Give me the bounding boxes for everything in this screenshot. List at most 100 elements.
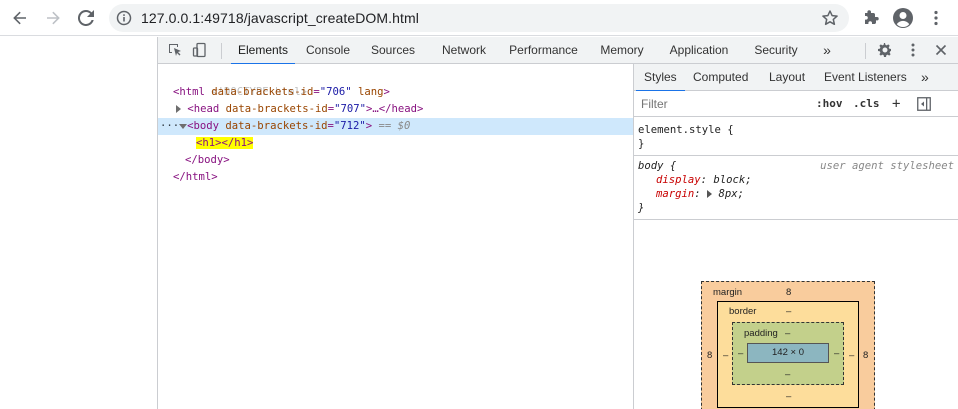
extensions-puzzle-icon[interactable] bbox=[860, 7, 882, 29]
property-name: margin bbox=[656, 188, 695, 200]
site-info-icon[interactable] bbox=[116, 10, 132, 26]
back-button[interactable] bbox=[9, 7, 31, 29]
body-attr-name: data-brackets-id bbox=[225, 120, 328, 132]
url-text[interactable]: 127.0.0.1:49718/javascript_createDOM.htm… bbox=[141, 10, 419, 26]
user-agent-stylesheet-label: user agent stylesheet bbox=[820, 160, 954, 172]
close-brace: } bbox=[638, 202, 645, 214]
expand-triangle-icon[interactable] bbox=[176, 105, 181, 113]
tab-security[interactable]: Security bbox=[749, 37, 803, 64]
margin-left-value[interactable]: 8 bbox=[707, 350, 712, 361]
style-property-margin[interactable]: margin: 8px; bbox=[634, 187, 958, 201]
tabbar-divider bbox=[221, 43, 222, 59]
sidebar-tabbar: Styles Computed Layout Event Listeners » bbox=[634, 64, 958, 92]
html-close-bracket: > bbox=[383, 86, 390, 98]
margin-top-value[interactable]: 8 bbox=[786, 287, 791, 298]
browser-toolbar: 127.0.0.1:49718/javascript_createDOM.htm… bbox=[0, 0, 958, 36]
border-bottom-value[interactable]: – bbox=[786, 391, 791, 402]
devtools-menu-kebab-icon[interactable] bbox=[904, 41, 922, 59]
expand-shorthand-triangle-icon[interactable] bbox=[707, 190, 713, 198]
tab-memory[interactable]: Memory bbox=[595, 37, 649, 64]
tab-elements[interactable]: Elements bbox=[231, 37, 295, 65]
forward-button[interactable] bbox=[42, 7, 64, 29]
border-top-value[interactable]: – bbox=[786, 306, 791, 317]
inspect-element-icon[interactable] bbox=[166, 41, 184, 59]
settings-gear-icon[interactable] bbox=[876, 41, 894, 59]
styles-filter-bar: :hov .cls + bbox=[634, 91, 958, 117]
html-open-tag: <html bbox=[173, 86, 205, 98]
tab-performance[interactable]: Performance bbox=[506, 37, 581, 64]
styles-filter-input[interactable] bbox=[637, 94, 805, 114]
html-attr-name: data-brackets-id bbox=[211, 86, 314, 98]
reload-icon bbox=[78, 10, 94, 26]
hover-state-toggle[interactable]: :hov bbox=[816, 95, 843, 113]
new-style-rule-plus-icon[interactable]: + bbox=[892, 95, 900, 113]
device-toolbar-icon[interactable] bbox=[191, 41, 209, 59]
back-arrow-icon bbox=[13, 11, 26, 25]
node-actions-dots-icon[interactable]: ··· bbox=[160, 120, 179, 132]
dom-node-body-selected[interactable]: ··· <body data-brackets-id="712"> == $0 bbox=[158, 118, 633, 135]
toggle-sidebar-icon[interactable] bbox=[917, 97, 931, 111]
border-left-value[interactable]: – bbox=[723, 350, 728, 361]
collapse-triangle-icon[interactable] bbox=[179, 123, 188, 129]
more-tabs-chevron-icon[interactable]: » bbox=[818, 37, 836, 64]
padding-left-value[interactable]: – bbox=[738, 348, 743, 359]
devtools-panel: Elements Console Sources Network Perform… bbox=[157, 37, 958, 409]
padding-label: padding bbox=[744, 328, 778, 339]
colon: : bbox=[694, 188, 708, 200]
html-lang-attr: lang bbox=[358, 86, 384, 98]
margin-right-value[interactable]: 8 bbox=[863, 350, 868, 361]
element-style-selector[interactable]: element.style { bbox=[638, 124, 734, 136]
tab-layout[interactable]: Layout bbox=[769, 64, 805, 91]
tab-event-listeners[interactable]: Event Listeners bbox=[824, 64, 907, 91]
styles-sidebar: Styles Computed Layout Event Listeners »… bbox=[633, 64, 958, 409]
property-value: 8px; bbox=[718, 188, 744, 200]
dom-node-head[interactable]: <head data-brackets-id="707">…</head> bbox=[158, 101, 633, 118]
tab-sources[interactable]: Sources bbox=[369, 37, 417, 64]
html-end-tag: </html> bbox=[173, 171, 218, 183]
address-bar[interactable]: 127.0.0.1:49718/javascript_createDOM.htm… bbox=[109, 4, 849, 32]
head-attr-value: "707" bbox=[334, 103, 367, 115]
padding-bottom-value[interactable]: – bbox=[785, 369, 790, 380]
padding-top-value[interactable]: – bbox=[785, 328, 790, 339]
box-model-border[interactable]: border – – – – padding – – – – 142 × 0 bbox=[717, 301, 859, 408]
close-brace: } bbox=[638, 138, 645, 150]
profile-avatar-icon[interactable] bbox=[892, 7, 914, 29]
devtools-tabbar: Elements Console Sources Network Perform… bbox=[158, 37, 958, 65]
class-toggle[interactable]: .cls bbox=[853, 95, 880, 113]
element-style-rule: element.style { } bbox=[634, 120, 958, 156]
property-value: block; bbox=[713, 174, 752, 186]
tab-computed[interactable]: Computed bbox=[693, 64, 748, 91]
bookmark-star-icon[interactable] bbox=[821, 9, 839, 27]
border-label: border bbox=[729, 306, 757, 317]
h1-element-highlighted: <h1></h1> bbox=[196, 137, 254, 149]
body-close-bracket: > bbox=[365, 120, 373, 132]
body-end-tag: </body> bbox=[185, 154, 230, 166]
box-model-content-size[interactable]: 142 × 0 bbox=[747, 343, 829, 363]
browser-menu-kebab-icon[interactable] bbox=[925, 7, 947, 29]
tab-network[interactable]: Network bbox=[435, 37, 493, 64]
dom-node-html[interactable]: <html data-brackets-id="706" lang> bbox=[158, 84, 633, 101]
dom-node-doctype[interactable]: <!DOCTYPE html> bbox=[158, 67, 633, 98]
head-attr-name: data-brackets-id bbox=[225, 103, 328, 115]
box-model-diagram: margin 8 8 8 8 border – – – – padding – … bbox=[634, 247, 958, 409]
elements-tree: <!DOCTYPE html> <html data-brackets-id="… bbox=[158, 64, 633, 409]
reload-button[interactable] bbox=[75, 7, 97, 29]
colon: : bbox=[700, 174, 714, 186]
box-model-padding[interactable]: padding – – – – 142 × 0 bbox=[732, 322, 844, 385]
box-model-margin[interactable]: margin 8 8 8 8 border – – – – padding – … bbox=[701, 281, 875, 409]
more-sidebar-tabs-chevron-icon[interactable]: » bbox=[921, 64, 929, 91]
close-devtools-icon[interactable] bbox=[932, 41, 950, 59]
property-name: display bbox=[656, 174, 701, 186]
tab-application[interactable]: Application bbox=[663, 37, 735, 64]
padding-right-value[interactable]: – bbox=[834, 348, 839, 359]
head-open-tag: <head bbox=[187, 103, 220, 115]
html-attr-value: "706" bbox=[319, 86, 352, 98]
selected-node-marker: == $0 bbox=[378, 120, 411, 132]
dom-node-h1[interactable]: <h1></h1> bbox=[158, 135, 633, 152]
style-property-display[interactable]: display: block; bbox=[634, 173, 958, 187]
tab-console[interactable]: Console bbox=[303, 37, 353, 64]
dom-node-html-end[interactable]: </html> bbox=[158, 169, 633, 186]
tab-styles[interactable]: Styles bbox=[636, 64, 685, 92]
border-right-value[interactable]: – bbox=[849, 350, 854, 361]
dom-node-body-end[interactable]: </body> bbox=[158, 152, 633, 169]
